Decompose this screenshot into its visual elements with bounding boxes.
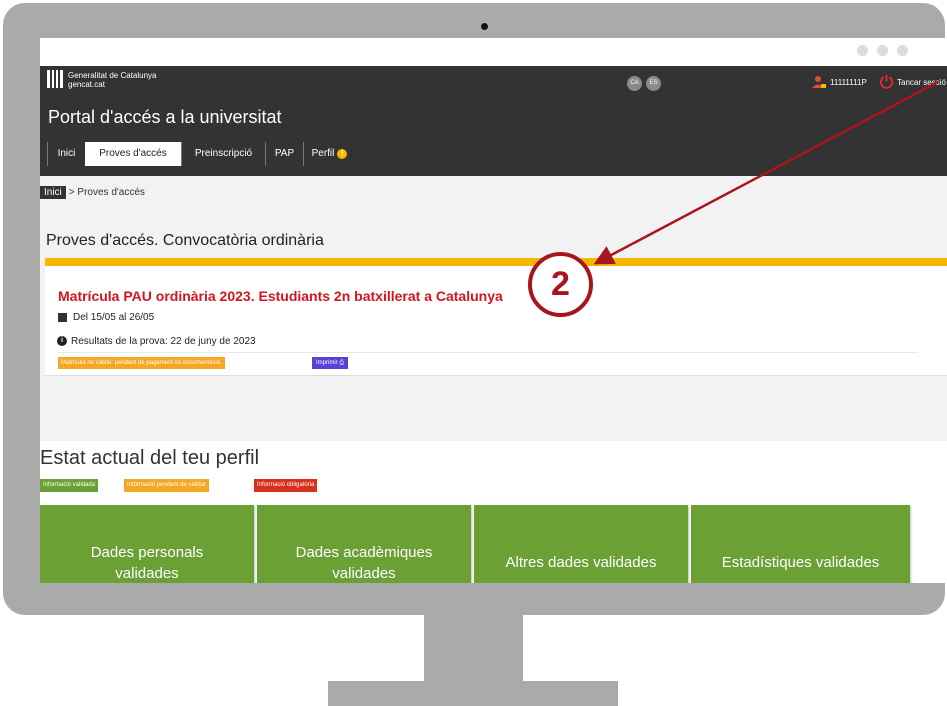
- legend-mandatory: Informació obligatòria: [254, 479, 318, 492]
- print-button[interactable]: Imprimir ⎙: [312, 357, 349, 369]
- profile-title: Estat actual del teu perfil: [40, 447, 260, 469]
- results-date: Resultats de la prova: 22 de juny de 202…: [71, 336, 256, 347]
- legend-pending: Informació pendent de validar: [124, 479, 210, 492]
- status-badge: Matrícula no vàlida: pendent de pagament…: [58, 357, 225, 369]
- breadcrumb: Inici > Proves d'accés: [40, 186, 145, 199]
- breadcrumb-current: > Proves d'accés: [68, 187, 145, 198]
- divider: [58, 352, 918, 353]
- user-id: 11111111P: [830, 78, 867, 87]
- browser-bar: [40, 38, 947, 66]
- window-dot-icon: [897, 45, 908, 56]
- screen: Generalitat de Catalunya gencat.cat CA E…: [40, 38, 947, 583]
- window-dot-icon: [857, 45, 868, 56]
- warning-badge-icon: !: [337, 149, 348, 159]
- org-name-line1: Generalitat de Catalunya: [68, 71, 157, 80]
- tile-statistics[interactable]: Estadístiques validades: [691, 505, 910, 583]
- logout-link[interactable]: Tancar sessió: [897, 78, 946, 87]
- tab-inici[interactable]: Inici: [47, 142, 85, 166]
- site-header: Generalitat de Catalunya gencat.cat CA E…: [40, 66, 947, 190]
- lang-es-button[interactable]: ES: [646, 76, 661, 91]
- org-name-line2: gencat.cat: [68, 80, 105, 89]
- user-icon: [812, 76, 826, 88]
- tab-perfil[interactable]: Perfil!: [303, 142, 355, 166]
- info-icon: i: [57, 336, 67, 346]
- tile-personal-data[interactable]: Dades personals validades: [40, 505, 254, 583]
- enrollment-card: Matrícula PAU ordinària 2023. Estudiants…: [45, 258, 947, 376]
- monitor-neck: [424, 615, 523, 681]
- enrollment-dates: Del 15/05 al 26/05: [73, 312, 155, 323]
- page-title: Proves d'accés. Convocatòria ordinària: [46, 232, 324, 249]
- legend-validated: Informació validada: [40, 479, 99, 492]
- lang-ca-button[interactable]: CA: [627, 76, 642, 91]
- print-button-label: Imprimir: [316, 360, 338, 366]
- portal-title: Portal d'accés a la universitat: [48, 107, 282, 127]
- tab-proves-acces[interactable]: Proves d'accés: [85, 142, 181, 166]
- tile-academic-data[interactable]: Dades acadèmiques validades: [257, 505, 471, 583]
- printer-icon: ⎙: [339, 360, 345, 366]
- tile-other-data[interactable]: Altres dades validades: [474, 505, 688, 583]
- tab-preinscripcio[interactable]: Preinscripció: [181, 142, 265, 166]
- enrollment-title[interactable]: Matrícula PAU ordinària 2023. Estudiants…: [58, 288, 503, 304]
- tab-perfil-label: Perfil: [311, 148, 335, 159]
- main-content: Inici > Proves d'accés Proves d'accés. Co…: [40, 176, 947, 583]
- step-number-badge: 2: [528, 252, 593, 317]
- window-dot-icon: [877, 45, 888, 56]
- tab-pap[interactable]: PAP: [265, 142, 303, 166]
- breadcrumb-home-link[interactable]: Inici: [40, 186, 66, 199]
- org-name[interactable]: Generalitat de Catalunya gencat.cat: [68, 71, 157, 89]
- generalitat-logo-icon: [47, 70, 63, 88]
- power-icon[interactable]: [879, 74, 894, 89]
- monitor-base: [328, 681, 618, 706]
- webcam-dot: [481, 23, 488, 30]
- calendar-icon: [58, 313, 67, 322]
